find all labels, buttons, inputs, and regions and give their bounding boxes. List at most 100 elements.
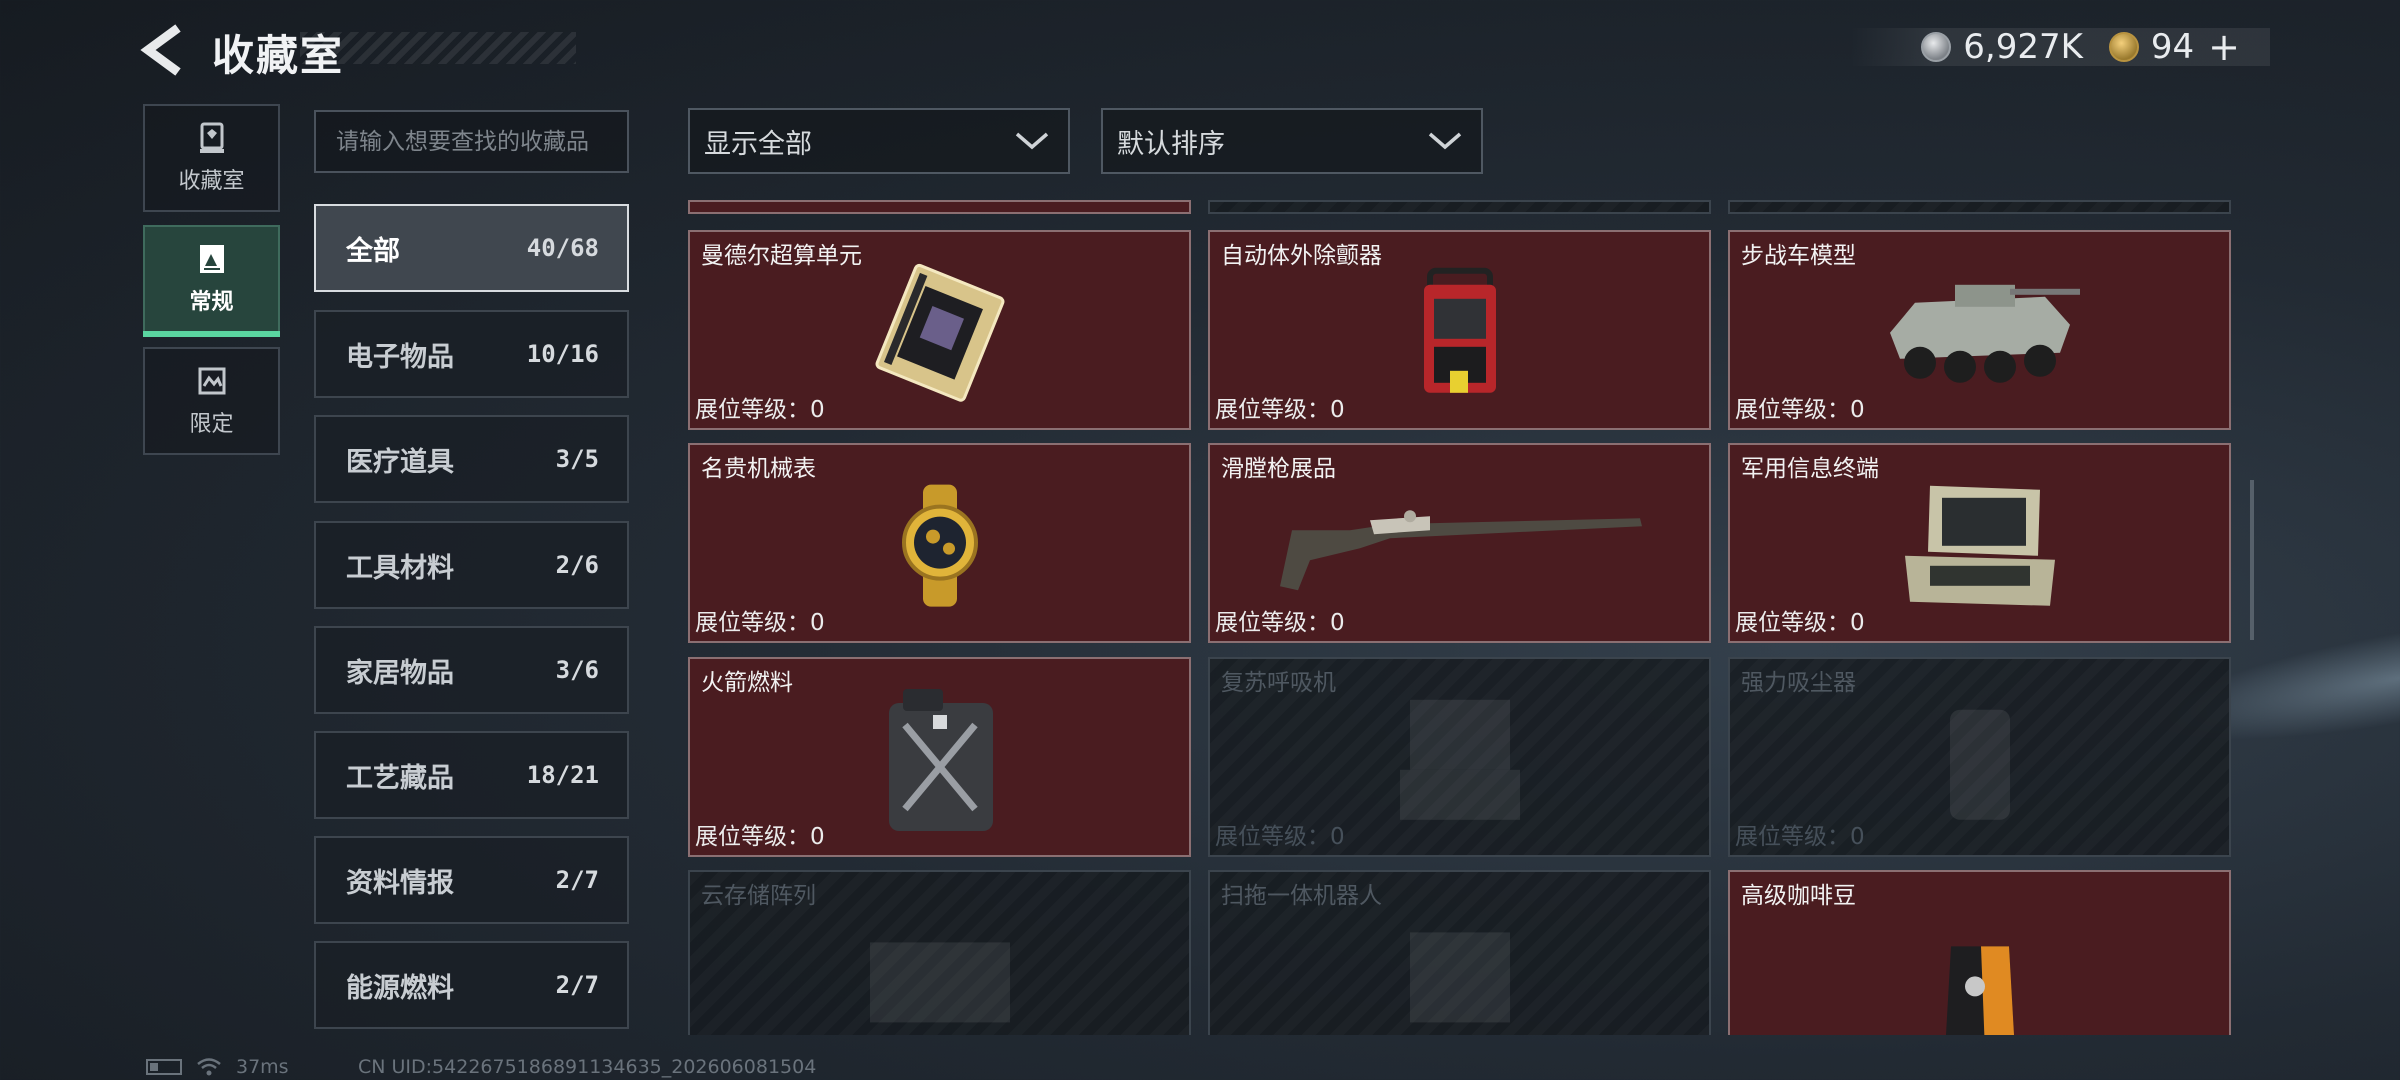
category-household[interactable]: 家居物品 3/6 bbox=[314, 626, 629, 714]
item-name: 军用信息终端 bbox=[1741, 456, 1879, 482]
collection-card[interactable]: 火箭燃料 展位等级：0 bbox=[688, 657, 1191, 857]
collection-card-locked[interactable]: 复苏呼吸机 展位等级：0 bbox=[1208, 657, 1711, 857]
collection-card-locked[interactable]: 扫拖一体机器人 bbox=[1208, 870, 1711, 1035]
category-count: 40/68 bbox=[526, 234, 599, 262]
category-name: 家居物品 bbox=[346, 657, 454, 689]
item-name: 步战车模型 bbox=[1741, 243, 1856, 269]
currency-silver-value: 6,927K bbox=[1963, 27, 2083, 67]
side-tab-limited[interactable]: 限定 bbox=[143, 347, 280, 455]
military-terminal-icon bbox=[1904, 485, 2055, 606]
page-title: 收藏室 bbox=[212, 31, 345, 80]
vacuum-icon bbox=[1949, 709, 2010, 820]
item-name: 高级咖啡豆 bbox=[1741, 883, 1856, 909]
side-tab-regular[interactable]: 常规 bbox=[143, 225, 280, 337]
supercomputer-unit-icon bbox=[875, 263, 1004, 402]
grid-scrollbar[interactable] bbox=[2250, 480, 2254, 640]
robot-icon bbox=[1409, 932, 1510, 1023]
collection-card[interactable]: 高级咖啡豆 bbox=[1728, 870, 2231, 1035]
user-uid: CN UID:5422675186891134635_202606081504 bbox=[358, 1056, 817, 1078]
category-name: 资料情报 bbox=[346, 867, 454, 899]
musket-icon bbox=[1279, 510, 1642, 591]
category-name: 工具材料 bbox=[346, 552, 454, 584]
category-count: 10/16 bbox=[526, 340, 599, 368]
category-count: 3/6 bbox=[555, 656, 599, 684]
category-tools[interactable]: 工具材料 2/6 bbox=[314, 521, 629, 609]
collection-card[interactable]: 滑膛枪展品 展位等级：0 bbox=[1208, 443, 1711, 643]
collection-card[interactable]: 名贵机械表 展位等级：0 bbox=[688, 443, 1191, 643]
collection-card[interactable]: 自动体外除颤器 展位等级：0 bbox=[1208, 230, 1711, 430]
category-count: 2/6 bbox=[555, 551, 599, 579]
collection-card-locked[interactable]: 云存储阵列 bbox=[688, 870, 1191, 1035]
item-name: 火箭燃料 bbox=[701, 670, 793, 696]
currency-bar: 6,927K 94 + bbox=[1850, 25, 2270, 69]
battery-icon bbox=[146, 1059, 182, 1075]
collection-card[interactable]: 曼德尔超算单元 展位等级：0 bbox=[688, 230, 1191, 430]
category-intel[interactable]: 资料情报 2/7 bbox=[314, 836, 629, 924]
item-name: 云存储阵列 bbox=[701, 883, 816, 909]
side-tab-collection[interactable]: 收藏室 bbox=[143, 104, 280, 212]
sort-dropdown-value: 默认排序 bbox=[1117, 128, 1225, 160]
category-count: 3/5 bbox=[555, 445, 599, 473]
ifv-model-icon bbox=[1889, 284, 2080, 383]
limited-icon bbox=[198, 367, 225, 395]
item-name: 强力吸尘器 bbox=[1741, 670, 1856, 696]
ping-value: 37ms bbox=[236, 1056, 289, 1078]
item-name: 扫拖一体机器人 bbox=[1221, 883, 1382, 909]
coffee-bag-icon bbox=[1945, 945, 2014, 1035]
gold-coin-icon bbox=[2108, 32, 2139, 62]
fuel-can-icon bbox=[888, 689, 993, 831]
item-name: 复苏呼吸机 bbox=[1221, 670, 1336, 696]
item-level: 展位等级：0 bbox=[1215, 610, 1345, 636]
item-name: 名贵机械表 bbox=[701, 456, 816, 482]
category-name: 工艺藏品 bbox=[346, 762, 454, 794]
item-level: 展位等级：0 bbox=[1215, 824, 1345, 850]
defibrillator-icon bbox=[1423, 267, 1496, 393]
collection-grid: 曼德尔超算单元 展位等级：0 自动体外除颤器 展位等级：0 步战车模型 展位等级… bbox=[688, 200, 2233, 1035]
category-name: 能源燃料 bbox=[346, 972, 454, 1004]
collection-card[interactable]: 步战车模型 展位等级：0 bbox=[1728, 230, 2231, 430]
collection-card-partial[interactable] bbox=[1728, 200, 2231, 214]
item-level: 展位等级：0 bbox=[1735, 397, 1865, 423]
item-level: 展位等级：0 bbox=[695, 824, 825, 850]
collection-card[interactable]: 军用信息终端 展位等级：0 bbox=[1728, 443, 2231, 643]
chevron-down-icon bbox=[1428, 132, 1462, 150]
back-arrow-icon bbox=[140, 24, 181, 76]
category-crafts[interactable]: 工艺藏品 18/21 bbox=[314, 731, 629, 819]
category-name: 全部 bbox=[346, 235, 400, 267]
filter-dropdown-value: 显示全部 bbox=[704, 128, 812, 160]
sort-dropdown[interactable]: 默认排序 bbox=[1101, 108, 1483, 174]
category-energy[interactable]: 能源燃料 2/7 bbox=[314, 941, 629, 1029]
currency-gold-value: 94 bbox=[2150, 27, 2195, 67]
item-level: 展位等级：0 bbox=[695, 397, 825, 423]
collection-card-partial[interactable] bbox=[1208, 200, 1711, 214]
category-all[interactable]: 全部 40/68 bbox=[314, 204, 629, 292]
item-name: 曼德尔超算单元 bbox=[701, 243, 862, 269]
filter-dropdown[interactable]: 显示全部 bbox=[688, 108, 1070, 174]
category-electronics[interactable]: 电子物品 10/16 bbox=[314, 310, 629, 398]
item-level: 展位等级：0 bbox=[1215, 397, 1345, 423]
watch-icon bbox=[901, 484, 978, 607]
collection-search-input[interactable] bbox=[314, 110, 629, 173]
category-count: 2/7 bbox=[555, 971, 599, 999]
side-tab-label: 收藏室 bbox=[178, 169, 245, 194]
category-name: 医疗道具 bbox=[346, 446, 454, 478]
status-footer: 37ms bbox=[146, 1056, 289, 1078]
storage-array-icon bbox=[869, 942, 1010, 1023]
collection-card-partial[interactable] bbox=[688, 200, 1191, 214]
side-tab-label: 常规 bbox=[189, 290, 234, 315]
back-button[interactable] bbox=[140, 22, 190, 78]
collection-card-locked[interactable]: 强力吸尘器 展位等级：0 bbox=[1728, 657, 2231, 857]
trophy-icon bbox=[199, 122, 224, 153]
add-currency-button[interactable]: + bbox=[2208, 25, 2240, 69]
side-tab-label: 限定 bbox=[189, 412, 234, 437]
silver-coin-icon bbox=[1921, 32, 1952, 62]
ventilator-icon bbox=[1399, 699, 1520, 820]
category-medical[interactable]: 医疗道具 3/5 bbox=[314, 415, 629, 503]
item-level: 展位等级：0 bbox=[695, 610, 825, 636]
document-icon bbox=[199, 245, 224, 273]
category-count: 18/21 bbox=[526, 761, 599, 789]
item-level: 展位等级：0 bbox=[1735, 824, 1865, 850]
item-name: 自动体外除颤器 bbox=[1221, 243, 1382, 269]
category-name: 电子物品 bbox=[346, 341, 454, 373]
category-count: 2/7 bbox=[555, 866, 599, 894]
